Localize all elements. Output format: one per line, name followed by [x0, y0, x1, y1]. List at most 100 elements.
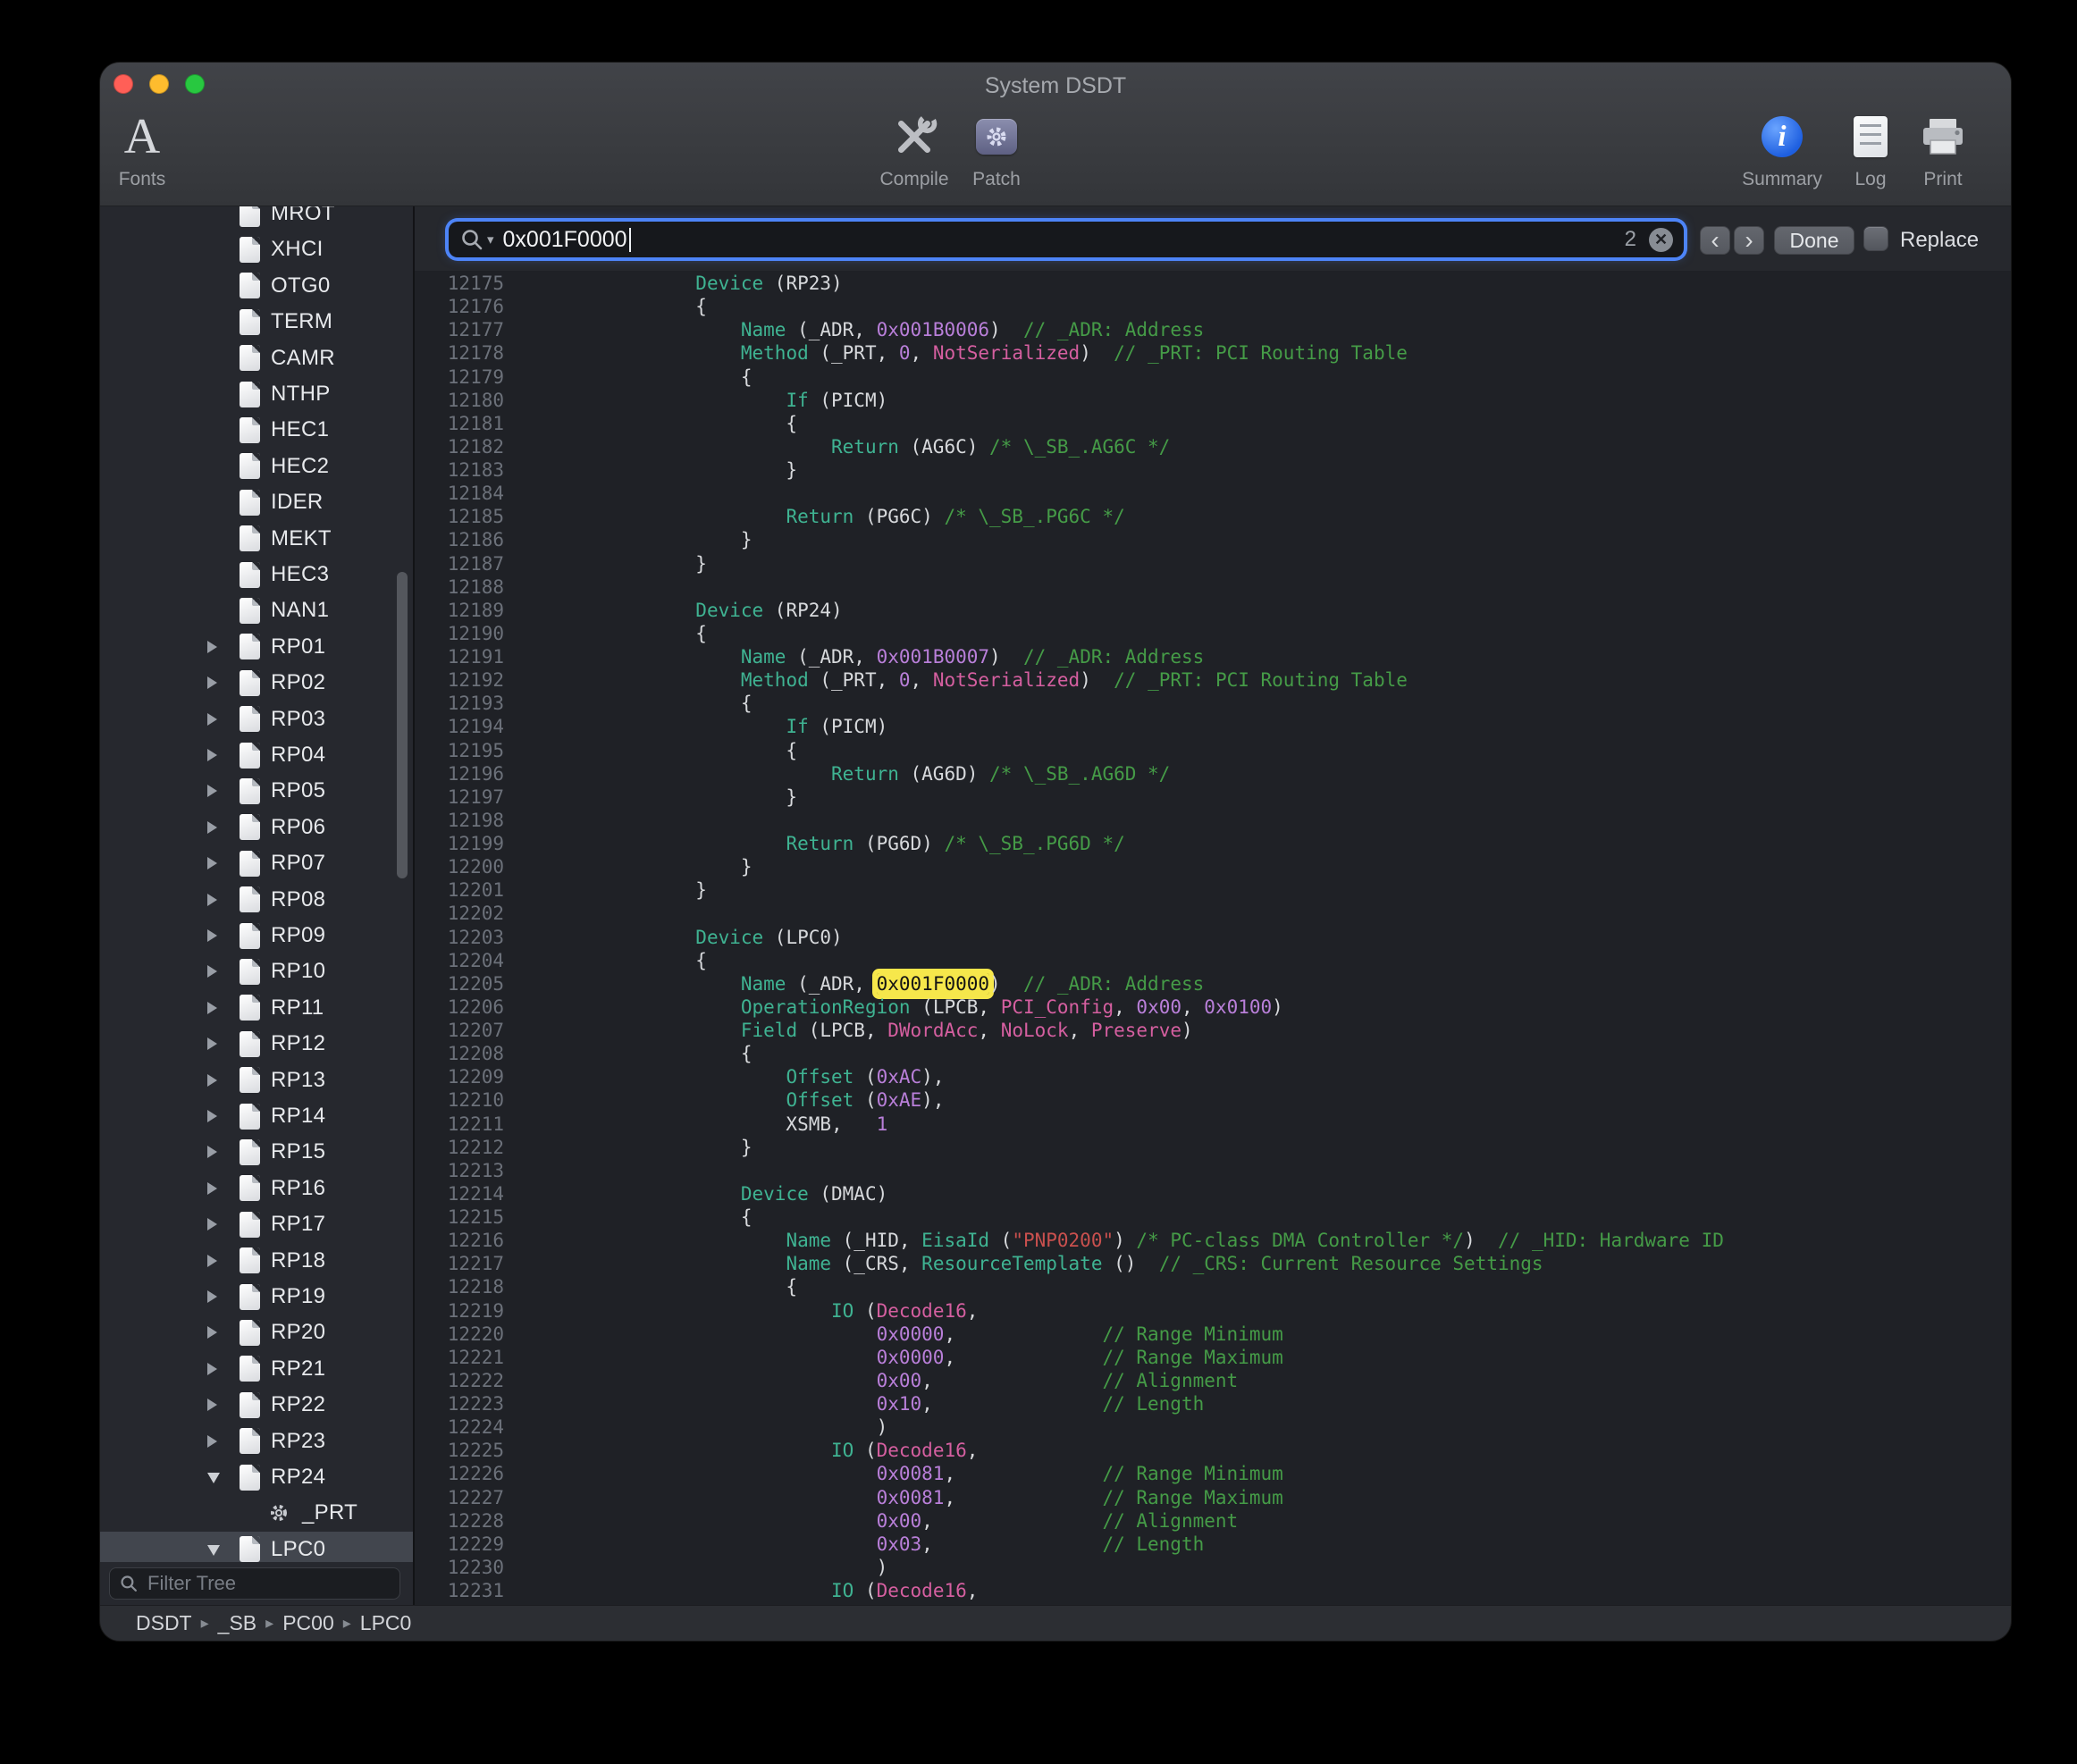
sidebar-item-rp15[interactable]: RP15 — [100, 1134, 413, 1170]
sidebar-item-otg0[interactable]: OTG0 — [100, 268, 413, 304]
sidebar-item-rp02[interactable]: RP02 — [100, 665, 413, 701]
sidebar-item-hec3[interactable]: HEC3 — [100, 557, 413, 592]
code-line[interactable]: 12187 } — [415, 552, 2011, 575]
code-line[interactable]: 12206 OperationRegion (LPCB, PCI_Config,… — [415, 995, 2011, 1019]
code-line[interactable]: 12199 Return (PG6D) /* \_SB_.PG6D */ — [415, 832, 2011, 855]
code-line[interactable]: 12192 Method (_PRT, 0, NotSerialized) //… — [415, 668, 2011, 692]
sidebar-item-ider[interactable]: IDER — [100, 484, 413, 520]
search-input[interactable]: ▾ 0x001F0000 2 ✕ — [449, 222, 1684, 257]
disclosure-expanded-icon[interactable] — [207, 1471, 240, 1483]
disclosure-collapsed-icon[interactable] — [207, 965, 240, 978]
code-line[interactable]: 12231 IO (Decode16, — [415, 1579, 2011, 1602]
sidebar-item-prt[interactable]: _PRT — [100, 1495, 413, 1531]
done-button[interactable]: Done — [1774, 226, 1854, 255]
sidebar-scrollbar[interactable] — [397, 572, 408, 878]
code-line[interactable]: 12227 0x0081, // Range Maximum — [415, 1486, 2011, 1509]
code-line[interactable]: 12200 } — [415, 855, 2011, 878]
filter-input[interactable] — [146, 1571, 391, 1596]
code-line[interactable]: 12191 Name (_ADR, 0x001B0007) // _ADR: A… — [415, 645, 2011, 668]
disclosure-collapsed-icon[interactable] — [207, 1363, 240, 1375]
code-line[interactable]: 12182 Return (AG6C) /* \_SB_.AG6C */ — [415, 435, 2011, 458]
code-line[interactable]: 12180 If (PICM) — [415, 389, 2011, 412]
sidebar-item-rp13[interactable]: RP13 — [100, 1063, 413, 1098]
disclosure-collapsed-icon[interactable] — [207, 1037, 240, 1050]
sidebar-item-rp11[interactable]: RP11 — [100, 990, 413, 1026]
code-line[interactable]: 12205 Name (_ADR, 0x001F0000) // _ADR: A… — [415, 972, 2011, 995]
disclosure-collapsed-icon[interactable] — [207, 1218, 240, 1231]
sidebar-item-rp19[interactable]: RP19 — [100, 1279, 413, 1315]
sidebar-item-rp20[interactable]: RP20 — [100, 1315, 413, 1350]
fonts-button[interactable]: A Fonts — [100, 107, 196, 190]
replace-checkbox[interactable] — [1863, 226, 1888, 251]
sidebar-item-rp14[interactable]: RP14 — [100, 1098, 413, 1134]
breadcrumb-item-lpc0[interactable]: LPC0 — [360, 1611, 412, 1635]
print-button[interactable]: Print — [1889, 107, 1997, 190]
code-line[interactable]: 12225 IO (Decode16, — [415, 1439, 2011, 1462]
disclosure-collapsed-icon[interactable] — [207, 1290, 240, 1303]
breadcrumb-item-sb[interactable]: _SB — [218, 1611, 256, 1635]
disclosure-collapsed-icon[interactable] — [207, 641, 240, 653]
code-line[interactable]: 12213 — [415, 1159, 2011, 1182]
sidebar-item-hec2[interactable]: HEC2 — [100, 449, 413, 484]
disclosure-collapsed-icon[interactable] — [207, 749, 240, 761]
disclosure-expanded-icon[interactable] — [207, 1543, 240, 1556]
sidebar-item-hec1[interactable]: HEC1 — [100, 412, 413, 448]
code-line[interactable]: 12195 { — [415, 739, 2011, 762]
code-line[interactable]: 12222 0x00, // Alignment — [415, 1369, 2011, 1392]
sidebar-item-nan1[interactable]: NAN1 — [100, 592, 413, 628]
sidebar-item-rp10[interactable]: RP10 — [100, 953, 413, 989]
code-line[interactable]: 12217 Name (_CRS, ResourceTemplate () //… — [415, 1252, 2011, 1275]
code-line[interactable]: 12186 } — [415, 528, 2011, 551]
code-line[interactable]: 12208 { — [415, 1042, 2011, 1065]
sidebar-item-mekt[interactable]: MEKT — [100, 521, 413, 557]
disclosure-collapsed-icon[interactable] — [207, 1110, 240, 1122]
code-line[interactable]: 12202 — [415, 902, 2011, 925]
sidebar-item-rp23[interactable]: RP23 — [100, 1424, 413, 1459]
patch-button[interactable]: Patch — [943, 107, 1050, 190]
search-previous-button[interactable]: ‹ — [1700, 226, 1730, 255]
code-line[interactable]: 12215 { — [415, 1205, 2011, 1229]
disclosure-collapsed-icon[interactable] — [207, 1435, 240, 1448]
code-line[interactable]: 12175 Device (RP23) — [415, 272, 2011, 295]
code-line[interactable]: 12183 } — [415, 458, 2011, 482]
search-clear-button[interactable]: ✕ — [1649, 228, 1673, 252]
code-line[interactable]: 12193 { — [415, 692, 2011, 715]
code-line[interactable]: 12209 Offset (0xAC), — [415, 1065, 2011, 1088]
sidebar-item-rp09[interactable]: RP09 — [100, 918, 413, 953]
disclosure-collapsed-icon[interactable] — [207, 1326, 240, 1339]
code-line[interactable]: 12224 ) — [415, 1415, 2011, 1439]
sidebar-item-rp16[interactable]: RP16 — [100, 1171, 413, 1206]
breadcrumb-item-pc00[interactable]: PC00 — [282, 1611, 334, 1635]
disclosure-collapsed-icon[interactable] — [207, 857, 240, 869]
code-line[interactable]: 12207 Field (LPCB, DWordAcc, NoLock, Pre… — [415, 1019, 2011, 1042]
code-line[interactable]: 12196 Return (AG6D) /* \_SB_.AG6D */ — [415, 762, 2011, 785]
disclosure-collapsed-icon[interactable] — [207, 1074, 240, 1087]
sidebar-item-rp06[interactable]: RP06 — [100, 810, 413, 845]
code-line[interactable]: 12210 Offset (0xAE), — [415, 1088, 2011, 1112]
code-line[interactable]: 12181 { — [415, 412, 2011, 435]
disclosure-collapsed-icon[interactable] — [207, 785, 240, 797]
breadcrumb-item-dsdt[interactable]: DSDT — [136, 1611, 192, 1635]
code-line[interactable]: 12218 { — [415, 1275, 2011, 1298]
sidebar-item-rp18[interactable]: RP18 — [100, 1243, 413, 1279]
disclosure-collapsed-icon[interactable] — [207, 929, 240, 942]
sidebar-item-lpc0[interactable]: LPC0 — [100, 1532, 413, 1562]
code-line[interactable]: 12179 { — [415, 365, 2011, 389]
sidebar-item-xhci[interactable]: XHCI — [100, 231, 413, 267]
code-line[interactable]: 12201 } — [415, 878, 2011, 902]
sidebar-item-nthp[interactable]: NTHP — [100, 376, 413, 412]
search-next-button[interactable]: › — [1734, 226, 1764, 255]
code-line[interactable]: 12214 Device (DMAC) — [415, 1182, 2011, 1205]
disclosure-collapsed-icon[interactable] — [207, 676, 240, 689]
sidebar-item-term[interactable]: TERM — [100, 304, 413, 340]
code-line[interactable]: 12229 0x03, // Length — [415, 1533, 2011, 1556]
code-line[interactable]: 12220 0x0000, // Range Minimum — [415, 1323, 2011, 1346]
disclosure-collapsed-icon[interactable] — [207, 1146, 240, 1158]
code-line[interactable]: 12197 } — [415, 785, 2011, 809]
code-line[interactable]: 12188 — [415, 575, 2011, 599]
code-line[interactable]: 12190 { — [415, 622, 2011, 645]
code-line[interactable]: 12198 — [415, 809, 2011, 832]
code-line[interactable]: 12221 0x0000, // Range Maximum — [415, 1346, 2011, 1369]
disclosure-collapsed-icon[interactable] — [207, 1399, 240, 1411]
code-line[interactable]: 12184 — [415, 482, 2011, 505]
